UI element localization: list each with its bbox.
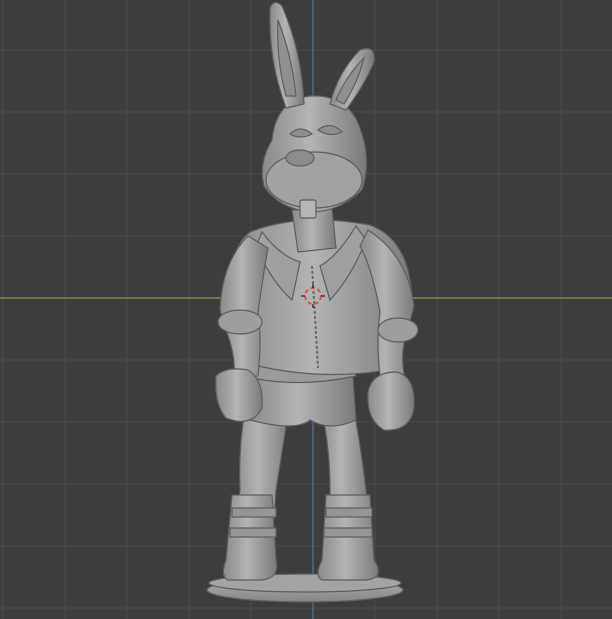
3d-viewport[interactable] <box>0 0 612 619</box>
right-fist <box>367 371 415 431</box>
teeth <box>299 199 317 219</box>
right-boot-strap <box>325 507 373 518</box>
viewport-canvas <box>0 0 612 619</box>
left-boot-strap-2 <box>229 527 277 538</box>
left-cuff <box>217 309 263 335</box>
nose <box>285 149 315 167</box>
left-boot-strap <box>231 507 277 518</box>
left-fist <box>215 368 263 422</box>
right-cuff <box>377 317 419 343</box>
right-boot-strap-2 <box>323 527 373 538</box>
